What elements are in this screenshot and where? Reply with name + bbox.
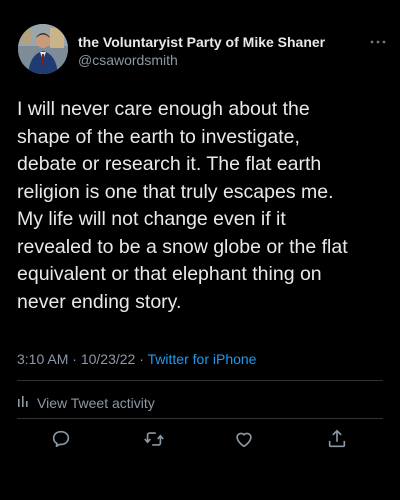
- tweet-meta: 3:10 AM · 10/23/22 · Twitter for iPhone: [17, 351, 256, 367]
- reply-icon[interactable]: [50, 428, 72, 450]
- divider: [17, 380, 383, 381]
- tweet-date[interactable]: 10/23/22: [81, 351, 136, 367]
- tweet-text: I will never care enough about the shape…: [17, 98, 348, 313]
- user-handle[interactable]: @csawordsmith: [78, 51, 368, 69]
- view-tweet-activity-link[interactable]: View Tweet activity: [17, 394, 155, 411]
- action-bar: [0, 428, 400, 450]
- tweet-source[interactable]: Twitter for iPhone: [148, 351, 257, 367]
- display-name[interactable]: the Voluntaryist Party of Mike Shaner: [78, 33, 368, 51]
- author-names: the Voluntaryist Party of Mike Shaner @c…: [78, 33, 368, 69]
- tweet-detail: the Voluntaryist Party of Mike Shaner @c…: [0, 0, 400, 500]
- bar-chart-icon: [17, 394, 31, 411]
- meta-separator: ·: [72, 351, 77, 367]
- more-options-icon[interactable]: [370, 32, 386, 44]
- share-icon[interactable]: [326, 428, 348, 450]
- tweet-time[interactable]: 3:10 AM: [17, 351, 68, 367]
- heart-icon[interactable]: [233, 428, 255, 450]
- avatar[interactable]: [18, 24, 68, 74]
- meta-separator: ·: [139, 351, 144, 367]
- retweet-icon[interactable]: [143, 428, 165, 450]
- tweet-header: the Voluntaryist Party of Mike Shaner @c…: [18, 24, 388, 76]
- divider: [17, 418, 383, 419]
- activity-label: View Tweet activity: [37, 394, 155, 411]
